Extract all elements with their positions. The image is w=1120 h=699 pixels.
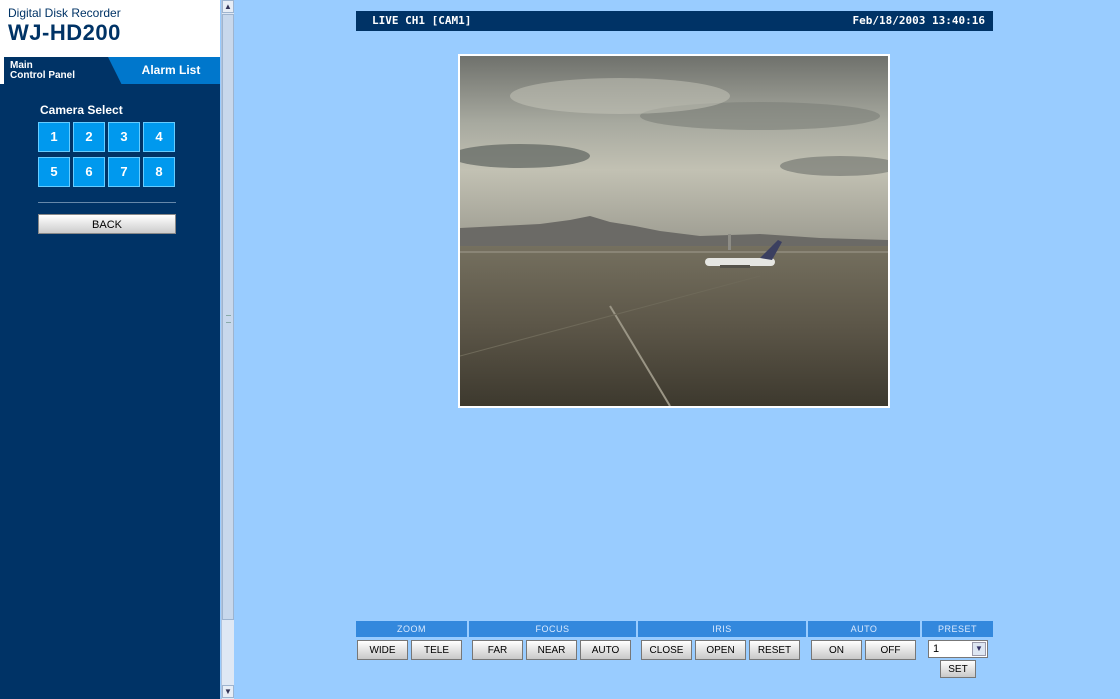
live-video-frame [460,56,888,406]
iris-close-button[interactable]: CLOSE [641,640,692,660]
camera-8-button[interactable]: 8 [143,157,175,187]
live-channel-label: LIVE CH1 [CAM1] [372,14,472,27]
tab-alarm-list[interactable]: Alarm List [108,57,220,84]
zoom-tele-button[interactable]: TELE [411,640,462,660]
panel-scrollbar[interactable]: ▲ ▼ [221,0,234,699]
camera-3-button[interactable]: 3 [108,122,140,152]
brand-subtitle: Digital Disk Recorder [8,6,121,20]
brand-model: WJ-HD200 [8,20,121,45]
iris-group-label: IRIS [638,621,806,637]
scrollbar-grip [226,315,231,323]
camera-2-button[interactable]: 2 [73,122,105,152]
camera-1-button[interactable]: 1 [38,122,70,152]
iris-reset-button[interactable]: RESET [749,640,800,660]
camera-7-button[interactable]: 7 [108,157,140,187]
control-panel: Digital Disk Recorder WJ-HD200 Main Cont… [0,0,220,699]
focus-auto-button[interactable]: AUTO [580,640,631,660]
preset-group-label: PRESET [922,621,993,637]
focus-far-button[interactable]: FAR [472,640,523,660]
camera-6-button[interactable]: 6 [73,157,105,187]
tab-main-control-panel[interactable]: Main Control Panel [4,57,128,84]
preset-set-button[interactable]: SET [940,660,976,678]
tab-main-label-line2: Control Panel [10,70,76,81]
iris-open-button[interactable]: OPEN [695,640,746,660]
live-header-bar: LIVE CH1 [CAM1] Feb/18/2003 13:40:16 [356,11,993,31]
focus-near-button[interactable]: NEAR [526,640,577,660]
preset-selected-value: 1 [933,643,940,655]
camera-select-title: Camera Select [40,103,123,117]
scroll-down-arrow-icon[interactable]: ▼ [222,685,234,698]
live-datetime: Feb/18/2003 13:40:16 [852,14,985,27]
auto-group-label: AUTO [808,621,920,637]
zoom-group-label: ZOOM [356,621,467,637]
panel-divider [38,202,176,203]
live-video-image [458,54,890,408]
chevron-down-icon[interactable]: ▼ [972,642,986,656]
auto-on-button[interactable]: ON [811,640,862,660]
camera-4-button[interactable]: 4 [143,122,175,152]
brand-header: Digital Disk Recorder WJ-HD200 [0,0,220,57]
back-button[interactable]: BACK [38,214,176,234]
panel-tabs: Main Control Panel Alarm List [0,57,220,84]
focus-group-label: FOCUS [469,621,636,637]
zoom-wide-button[interactable]: WIDE [357,640,408,660]
scroll-up-arrow-icon[interactable]: ▲ [222,0,234,13]
scrollbar-thumb[interactable] [222,14,234,620]
camera-5-button[interactable]: 5 [38,157,70,187]
preset-select[interactable]: 1 ▼ [928,640,988,658]
auto-off-button[interactable]: OFF [865,640,916,660]
